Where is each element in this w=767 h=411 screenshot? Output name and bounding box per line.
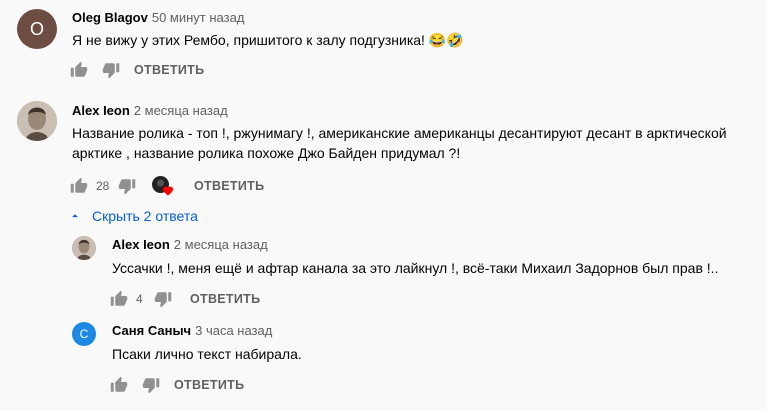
author-name[interactable]: Alex Ieon [72,103,130,118]
like-count: 28 [96,179,110,193]
reply-button[interactable]: ОТВЕТИТЬ [134,63,204,77]
timestamp[interactable]: 2 месяца назад [134,103,228,118]
heart-icon [163,186,173,196]
avatar[interactable]: O [17,9,57,49]
creator-heart-badge [152,175,176,197]
reply-button[interactable]: ОТВЕТИТЬ [190,292,260,306]
thumbs-down-icon[interactable] [102,61,120,79]
user-photo-icon [72,236,96,260]
comment-header: Oleg Blagov 50 минут назад [72,10,244,25]
reply-button[interactable]: ОТВЕТИТЬ [174,378,244,392]
timestamp[interactable]: 50 минут назад [152,10,245,25]
thumbs-up-icon[interactable] [110,290,128,308]
comment-header: Alex Ieon 2 месяца назад [112,237,268,252]
like-count: 4 [136,292,143,306]
avatar[interactable] [72,236,96,260]
comment-text: Уссачки !, меня ещё и афтар канала за эт… [112,260,719,276]
author-name[interactable]: Oleg Blagov [72,10,148,25]
chevron-up-icon [72,214,78,218]
avatar[interactable]: С [72,322,96,346]
thumbs-down-icon[interactable] [154,290,172,308]
comment-actions: 4 ОТВЕТИТЬ [110,287,260,311]
avatar[interactable] [17,101,57,141]
timestamp[interactable]: 3 часа назад [195,323,272,338]
comment-text: Я не вижу у этих Рембо, пришитого к залу… [72,32,464,48]
comment-actions: ОТВЕТИТЬ [70,58,204,82]
comment-header: Alex Ieon 2 месяца назад [72,103,228,118]
author-name[interactable]: Alex Ieon [112,237,170,252]
comment-actions: ОТВЕТИТЬ [110,373,244,397]
thumbs-down-icon[interactable] [142,376,160,394]
thumbs-up-icon[interactable] [110,376,128,394]
comment-text: Название ролика - топ !, ржунимагу !, ам… [72,125,727,161]
reply-button[interactable]: ОТВЕТИТЬ [194,179,264,193]
thumbs-down-icon[interactable] [118,177,136,195]
thumbs-up-icon[interactable] [70,177,88,195]
comment-actions: 28 ОТВЕТИТЬ [70,174,264,198]
comment-text: Псаки лично текст набирала. [112,346,302,362]
author-name[interactable]: Саня Саныч [112,323,191,338]
hide-replies-button[interactable]: Скрыть 2 ответа [68,205,198,227]
thumbs-up-icon[interactable] [70,61,88,79]
timestamp[interactable]: 2 месяца назад [174,237,268,252]
user-photo-icon [17,101,57,141]
comment-header: Саня Саныч 3 часа назад [112,323,272,338]
replies-toggle-label: Скрыть 2 ответа [92,208,198,224]
